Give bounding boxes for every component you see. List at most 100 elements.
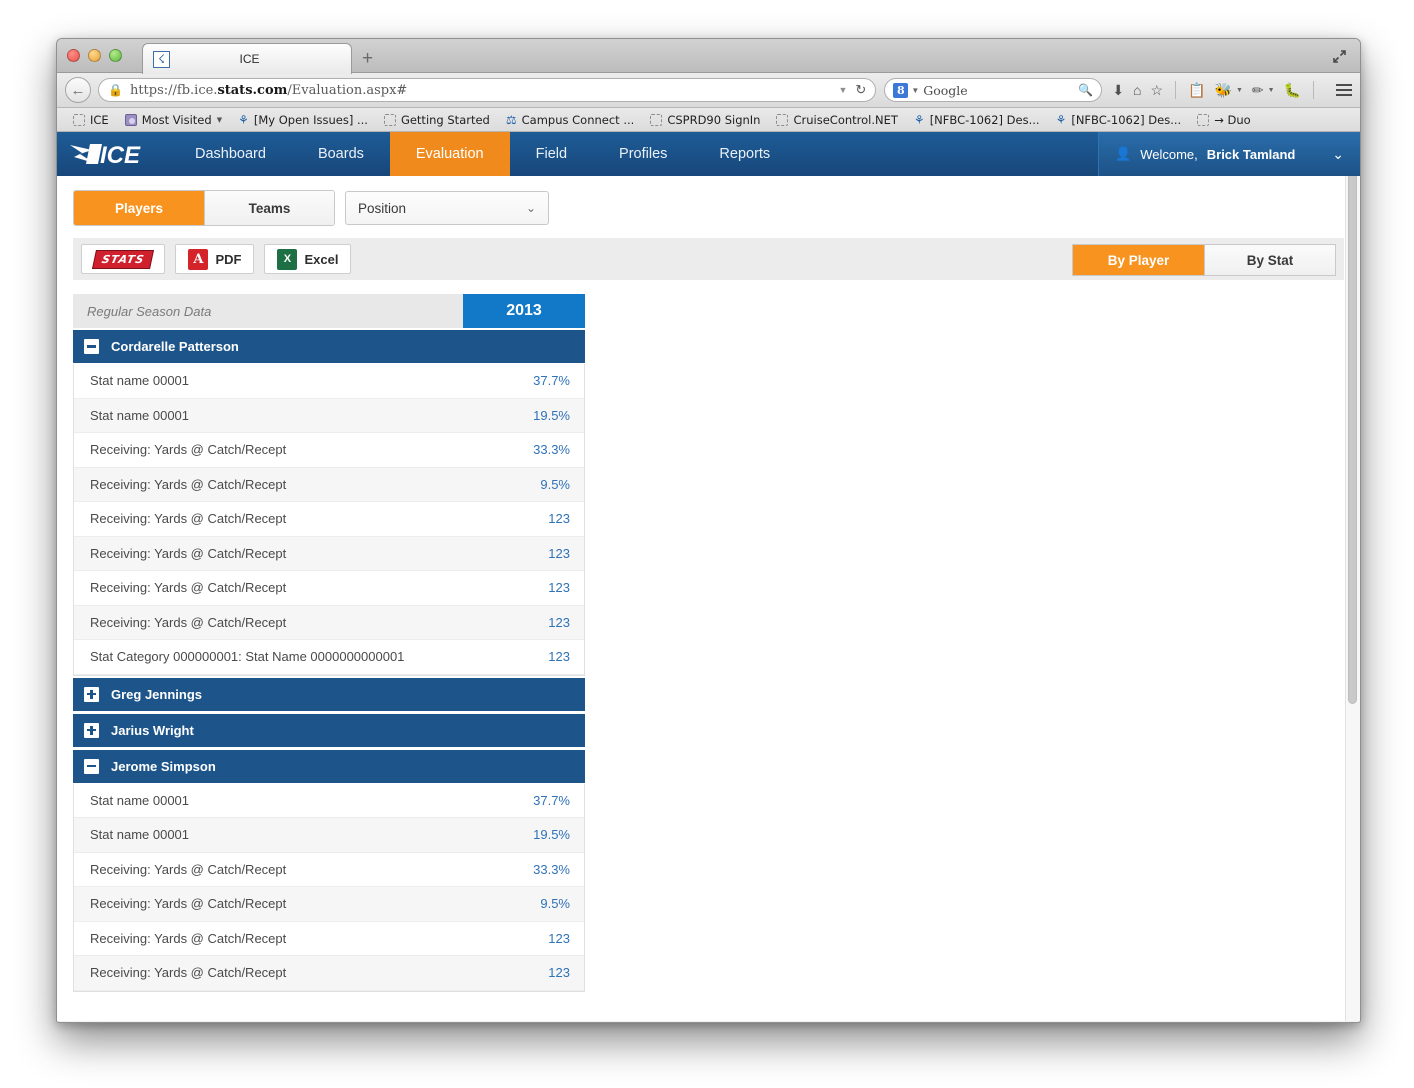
nav-item-dashboard[interactable]: Dashboard (169, 132, 292, 176)
address-bar[interactable]: 🔒 https://fb.ice.stats.com/Evaluation.as… (98, 78, 876, 102)
fullscreen-icon[interactable] (1331, 48, 1348, 65)
chevron-down-icon[interactable]: ▼ (1236, 87, 1243, 94)
expand-icon[interactable] (84, 723, 99, 738)
clipboard-icon[interactable]: 📋 (1188, 83, 1205, 97)
browser-tab-strip: ☇ ICE + (57, 39, 1360, 73)
bookmark-item[interactable]: ⚘[My Open Issues] ... (230, 113, 376, 127)
bug-icon[interactable]: 🐛 (1284, 83, 1301, 97)
tab-teams[interactable]: Teams (204, 191, 334, 225)
app-nav-items: Dashboard Boards Evaluation Field Profil… (169, 132, 796, 176)
bookmark-item[interactable]: ⚘[NFBC-1062] Des... (1048, 113, 1190, 127)
player-header-greg-jennings[interactable]: Greg Jennings (73, 678, 585, 712)
season-label: Regular Season Data (73, 294, 463, 328)
nav-item-boards[interactable]: Boards (292, 132, 390, 176)
new-tab-button[interactable]: + (362, 49, 373, 68)
back-button[interactable]: ← (65, 77, 91, 103)
player-name: Jarius Wright (111, 723, 194, 738)
stat-row[interactable]: Receiving: Yards @ Catch/Recept123 (74, 537, 584, 572)
stat-name: Stat name 00001 (90, 793, 189, 808)
nav-item-evaluation[interactable]: Evaluation (390, 132, 510, 176)
nav-item-profiles[interactable]: Profiles (593, 132, 693, 176)
page-scrollbar-thumb[interactable] (1348, 134, 1357, 704)
stat-row[interactable]: Receiving: Yards @ Catch/Recept33.3% (74, 433, 584, 468)
bookmark-item[interactable]: ⚘[NFBC-1062] Des... (906, 113, 1048, 127)
tab-by-player[interactable]: By Player (1073, 245, 1204, 275)
home-icon[interactable]: ⌂ (1133, 83, 1141, 97)
menu-icon[interactable] (1336, 84, 1352, 96)
excel-export-button[interactable]: X Excel (264, 244, 351, 274)
eyedropper-icon[interactable]: ✏ (1252, 83, 1264, 97)
stat-name: Receiving: Yards @ Catch/Recept (90, 615, 286, 630)
stat-row[interactable]: Stat Category 000000001: Stat Name 00000… (74, 640, 584, 675)
chevron-down-icon[interactable]: ▼ (830, 85, 847, 95)
collapse-icon[interactable] (84, 339, 99, 354)
page-viewport: ICE Dashboard Boards Evaluation Field Pr… (57, 132, 1360, 1021)
stat-row[interactable]: Receiving: Yards @ Catch/Recept123 (74, 571, 584, 606)
chevron-down-icon[interactable]: ▼ (1268, 87, 1275, 94)
tab-by-stat[interactable]: By Stat (1204, 245, 1335, 275)
search-bar[interactable]: 8 ▼ Google 🔍 (884, 78, 1102, 102)
ice-logo[interactable]: ICE (57, 132, 169, 176)
bookmark-item[interactable]: Most Visited▼ (117, 113, 230, 127)
season-row: Regular Season Data 2013 (73, 294, 585, 328)
browser-toolbar: ← 🔒 https://fb.ice.stats.com/Evaluation.… (57, 73, 1360, 108)
browser-tab[interactable]: ☇ ICE (142, 43, 352, 74)
stat-row[interactable]: Receiving: Yards @ Catch/Recept123 (74, 606, 584, 641)
bookmark-star-icon[interactable]: ☆ (1151, 83, 1164, 97)
toolbar-divider (1313, 81, 1314, 99)
jira-icon: ⚘ (1056, 114, 1067, 126)
nav-item-field[interactable]: Field (510, 132, 593, 176)
search-icon[interactable]: 🔍 (1078, 83, 1093, 97)
bookmark-item[interactable]: Getting Started (376, 113, 498, 127)
page-scrollbar[interactable] (1345, 132, 1360, 1021)
player-header-jerome-simpson[interactable]: Jerome Simpson (73, 750, 585, 784)
chevron-down-icon: ⌄ (526, 201, 536, 215)
nav-item-reports[interactable]: Reports (693, 132, 796, 176)
browser-window: ☇ ICE + ← 🔒 https://fb.ice.stats.com/Eva… (56, 38, 1361, 1023)
maximize-window-button[interactable] (109, 49, 122, 62)
season-year-button[interactable]: 2013 (463, 294, 585, 328)
bookmark-item[interactable]: → Duo (1189, 113, 1258, 127)
stats-export-button[interactable]: STATS (81, 244, 165, 274)
stat-row[interactable]: Receiving: Yards @ Catch/Recept123 (74, 502, 584, 537)
bookmark-item[interactable]: ⚖Campus Connect ... (498, 113, 642, 127)
stat-row[interactable]: Stat name 0000119.5% (74, 399, 584, 434)
stat-row[interactable]: Receiving: Yards @ Catch/Recept9.5% (74, 468, 584, 503)
chevron-down-icon: ▼ (217, 116, 222, 124)
player-header-cordarelle-patterson[interactable]: Cordarelle Patterson (73, 330, 585, 364)
stat-row[interactable]: Receiving: Yards @ Catch/Recept33.3% (74, 853, 584, 888)
bookmark-item[interactable]: ICE (65, 113, 117, 127)
stat-row[interactable]: Stat name 0000137.7% (74, 784, 584, 819)
position-select[interactable]: Position ⌄ (345, 191, 549, 225)
stat-value: 123 (548, 580, 570, 595)
player-header-jarius-wright[interactable]: Jarius Wright (73, 714, 585, 748)
close-window-button[interactable] (67, 49, 80, 62)
blank-bookmark-icon (650, 114, 662, 126)
expand-icon[interactable] (84, 687, 99, 702)
google-icon: 8 (893, 83, 908, 98)
stat-row[interactable]: Stat name 0000137.7% (74, 364, 584, 399)
stat-row[interactable]: Receiving: Yards @ Catch/Recept123 (74, 922, 584, 957)
firebug-icon[interactable]: 🐝 (1215, 83, 1232, 97)
chevron-down-icon[interactable]: ⌄ (1332, 146, 1344, 163)
stat-name: Receiving: Yards @ Catch/Recept (90, 896, 286, 911)
bookmark-item[interactable]: CruiseControl.NET (768, 113, 905, 127)
stat-row[interactable]: Stat name 0000119.5% (74, 818, 584, 853)
user-menu[interactable]: 👤 Welcome, Brick Tamland ⌄ (1098, 132, 1360, 176)
bookmark-item[interactable]: CSPRD90 SignIn (642, 113, 768, 127)
entity-type-tabs: Players Teams (73, 190, 335, 226)
stat-row[interactable]: Receiving: Yards @ Catch/Recept9.5% (74, 887, 584, 922)
collapse-icon[interactable] (84, 759, 99, 774)
blank-bookmark-icon (384, 114, 396, 126)
chevron-down-icon[interactable]: ▼ (911, 86, 919, 95)
tab-players[interactable]: Players (74, 191, 204, 225)
minimize-window-button[interactable] (88, 49, 101, 62)
stat-row[interactable]: Receiving: Yards @ Catch/Recept123 (74, 956, 584, 991)
reload-icon[interactable]: ↻ (847, 82, 866, 98)
blank-bookmark-icon (1197, 114, 1209, 126)
view-mode-tabs: By Player By Stat (1072, 244, 1336, 276)
lock-icon: 🔒 (108, 83, 123, 97)
pdf-export-button[interactable]: A PDF (175, 244, 254, 274)
player-name: Cordarelle Patterson (111, 339, 239, 354)
downloads-icon[interactable]: ⬇ (1112, 83, 1124, 97)
